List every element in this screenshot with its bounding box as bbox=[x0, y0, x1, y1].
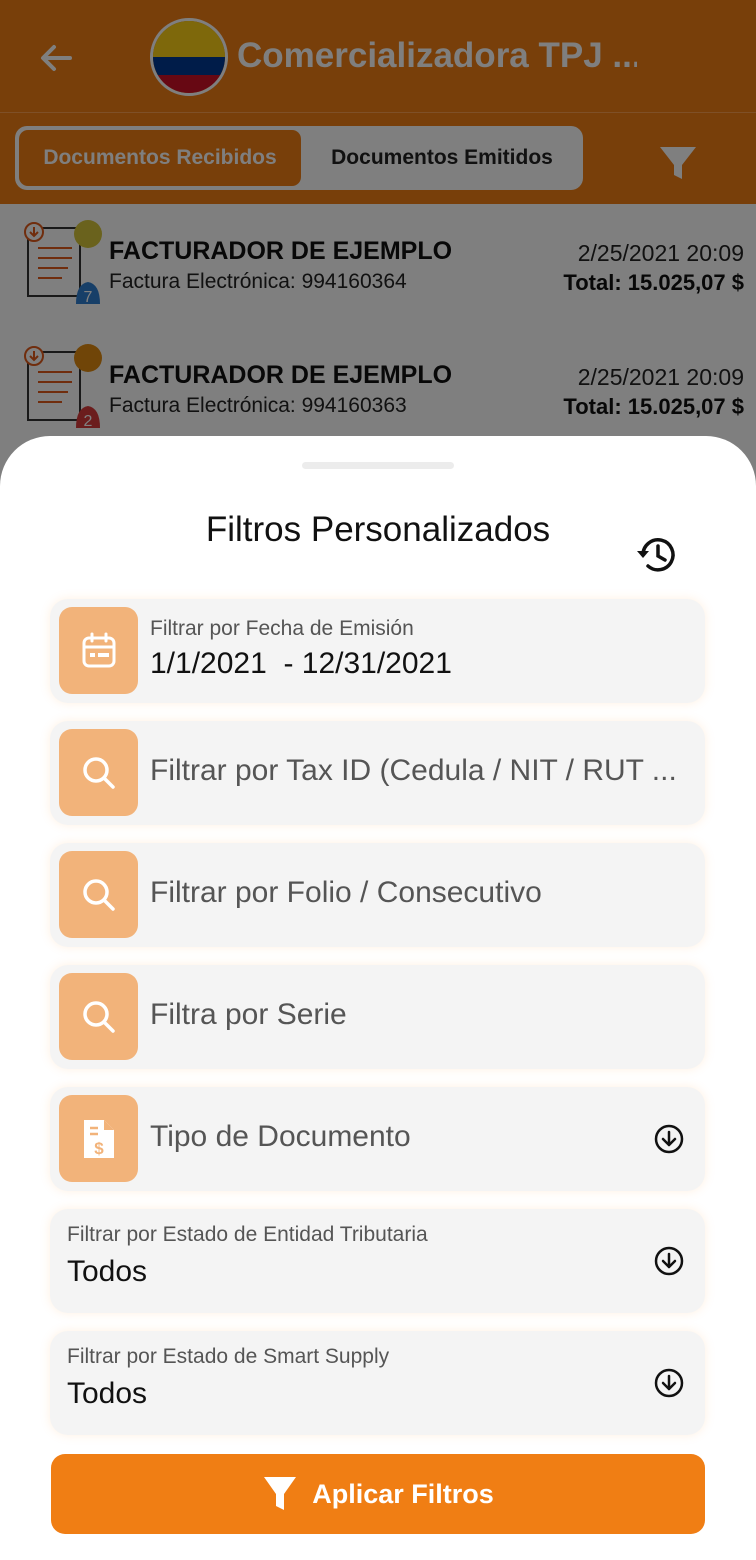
serie-search-field[interactable]: Filtra por Serie bbox=[50, 965, 705, 1069]
filter-icon bbox=[264, 1477, 297, 1510]
taxid-input[interactable]: Filtrar por Tax ID (Cedula / NIT / RUT .… bbox=[150, 754, 695, 788]
folio-search-field[interactable]: Filtrar por Folio / Consecutivo bbox=[50, 843, 705, 947]
apply-filters-button[interactable]: Aplicar Filtros bbox=[51, 1454, 705, 1534]
date-range-filter[interactable]: Filtrar por Fecha de Emisión 1/1/2021 - … bbox=[50, 599, 705, 703]
invoice-tile: $ bbox=[59, 1095, 138, 1182]
chevron-down-circle-icon[interactable] bbox=[653, 1123, 685, 1155]
filters-bottom-sheet: Filtros Personalizados Filtrar por Fecha… bbox=[0, 436, 756, 1560]
search-icon bbox=[82, 1000, 115, 1033]
sheet-drag-handle[interactable] bbox=[302, 462, 454, 469]
chevron-down-circle-icon[interactable] bbox=[653, 1245, 685, 1277]
tax-entity-status-dropdown[interactable]: Filtrar por Estado de Entidad Tributaria… bbox=[50, 1209, 705, 1313]
tax-entity-status-value[interactable]: Todos bbox=[67, 1255, 147, 1289]
search-tile bbox=[59, 851, 138, 938]
search-tile bbox=[59, 973, 138, 1060]
document-type-select[interactable]: Tipo de Documento bbox=[150, 1120, 630, 1154]
calendar-tile bbox=[59, 607, 138, 694]
smart-supply-status-label: Filtrar por Estado de Smart Supply bbox=[67, 1345, 390, 1368]
smart-supply-status-value[interactable]: Todos bbox=[67, 1377, 147, 1411]
apply-filters-label: Aplicar Filtros bbox=[312, 1478, 494, 1509]
search-tile bbox=[59, 729, 138, 816]
folio-input[interactable]: Filtrar por Folio / Consecutivo bbox=[150, 876, 695, 910]
chevron-down-circle-icon[interactable] bbox=[653, 1367, 685, 1399]
svg-text:$: $ bbox=[94, 1139, 104, 1158]
history-reset-icon[interactable] bbox=[634, 532, 680, 578]
taxid-search-field[interactable]: Filtrar por Tax ID (Cedula / NIT / RUT .… bbox=[50, 721, 705, 825]
invoice-dollar-icon: $ bbox=[83, 1119, 114, 1158]
search-icon bbox=[82, 756, 115, 789]
date-filter-label: Filtrar por Fecha de Emisión bbox=[150, 617, 414, 640]
smart-supply-status-dropdown[interactable]: Filtrar por Estado de Smart Supply Todos bbox=[50, 1331, 705, 1435]
document-type-dropdown[interactable]: $ Tipo de Documento bbox=[50, 1087, 705, 1191]
tax-entity-status-label: Filtrar por Estado de Entidad Tributaria bbox=[67, 1223, 428, 1246]
date-filter-value: 1/1/2021 - 12/31/2021 bbox=[150, 647, 452, 680]
calendar-icon bbox=[82, 632, 115, 667]
search-icon bbox=[82, 878, 115, 911]
serie-input[interactable]: Filtra por Serie bbox=[150, 998, 695, 1032]
